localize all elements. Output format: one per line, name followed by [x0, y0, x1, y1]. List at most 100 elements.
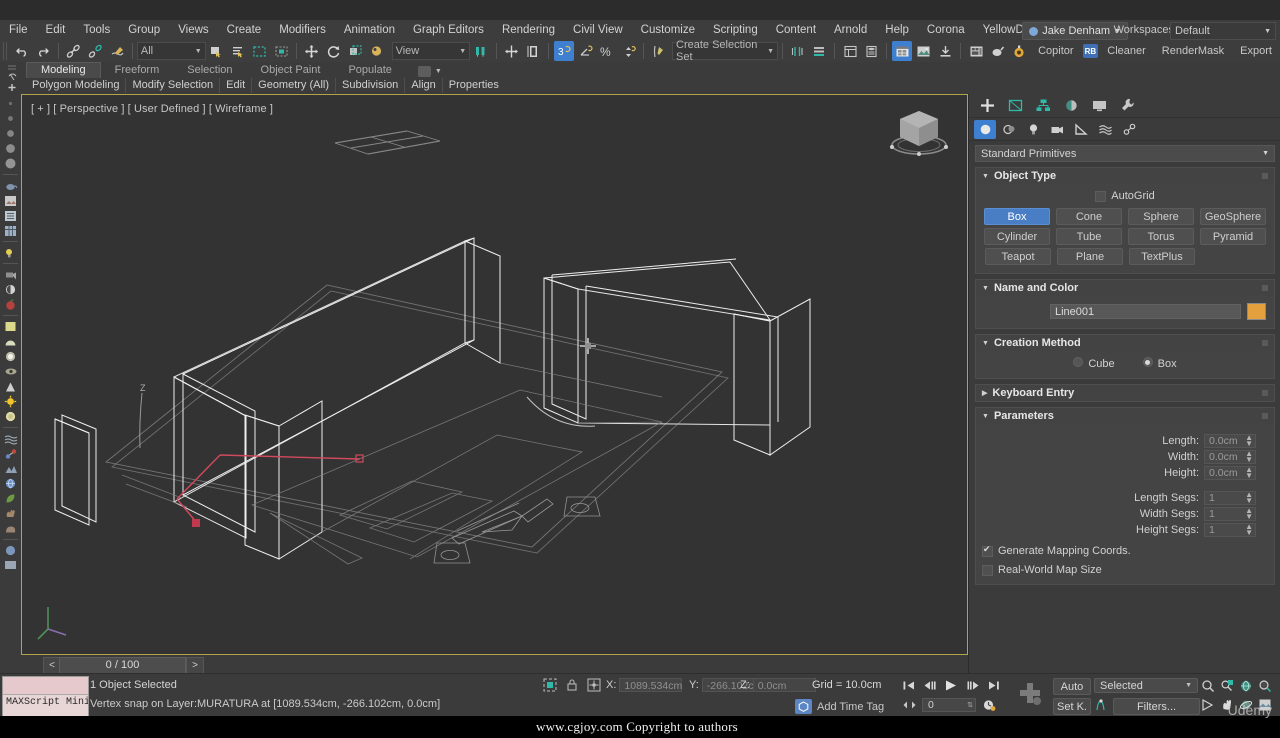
menu-item-views[interactable]: Views [169, 20, 217, 40]
yellow-square-icon[interactable] [0, 319, 21, 334]
menu-item-civil-view[interactable]: Civil View [564, 20, 632, 40]
sphere-small-icon[interactable] [0, 126, 21, 141]
object-button-cylinder[interactable]: Cylinder [984, 228, 1050, 245]
maxscript-input-area[interactable] [3, 677, 88, 695]
selection-filter-dropdown[interactable]: All ▼ [136, 42, 206, 60]
menu-item-tools[interactable]: Tools [74, 20, 119, 40]
glow-sphere-icon[interactable] [0, 349, 21, 364]
ribbon-grip[interactable] [5, 64, 19, 92]
dot-medium-icon[interactable] [0, 111, 21, 126]
play-animation-icon[interactable] [940, 677, 962, 694]
snaps-toggle-icon[interactable]: 3 [553, 41, 574, 61]
spinner-icon[interactable]: ▲ ▼ [1245, 507, 1253, 521]
ribbon-sub-polygon-modeling[interactable]: Polygon Modeling [26, 78, 127, 93]
menu-item-graph-editors[interactable]: Graph Editors [404, 20, 493, 40]
rectangular-selection-region-icon[interactable] [250, 41, 270, 61]
key-filter-dropdown[interactable]: Selected ▼ [1094, 678, 1198, 693]
angle-snap-toggle-icon[interactable] [576, 41, 596, 61]
go-to-end-icon[interactable] [984, 677, 1002, 694]
activeshade-icon[interactable] [1009, 41, 1029, 61]
ribbon-sub-align[interactable]: Align [405, 78, 443, 93]
dot-small-icon[interactable] [0, 96, 21, 111]
rock-icon[interactable] [0, 521, 21, 536]
object-button-pyramid[interactable]: Pyramid [1200, 228, 1266, 245]
param-height-field[interactable]: 0.0cm ▲ ▼ [1204, 466, 1256, 480]
set-key-button[interactable]: Set K. [1053, 698, 1091, 715]
real-world-map-size-checkbox[interactable] [982, 564, 993, 576]
ribbon-sub-geometry-all[interactable]: Geometry (All) [252, 78, 337, 93]
waves-icon[interactable] [0, 431, 21, 446]
menu-item-arnold[interactable]: Arnold [825, 20, 876, 40]
param-width-field[interactable]: 0.0cm ▲ ▼ [1204, 450, 1256, 464]
autogrid-checkbox[interactable] [1095, 190, 1107, 202]
object-button-box[interactable]: Box [984, 208, 1050, 225]
add-time-tag[interactable]: Add Time Tag [795, 699, 884, 714]
sphere-large-icon[interactable] [0, 156, 21, 171]
menu-item-scripting[interactable]: Scripting [704, 20, 767, 40]
pin-icon[interactable] [1262, 413, 1268, 419]
select-and-rotate-icon[interactable] [324, 41, 344, 61]
pin-icon[interactable] [1262, 285, 1268, 291]
mountain-icon[interactable] [0, 461, 21, 476]
radio-cube[interactable]: Cube [1073, 357, 1115, 370]
previous-frame-icon[interactable] [920, 677, 938, 694]
list-icon[interactable] [0, 208, 21, 223]
object-button-plane[interactable]: Plane [1057, 248, 1123, 265]
rollout-header-name-and-color[interactable]: ▼ Name and Color [976, 280, 1274, 296]
named-selection-set-dropdown[interactable]: Create Selection Set ▼ [672, 39, 779, 63]
window-crossing-toggle-icon[interactable] [272, 41, 292, 61]
use-pivot-point-center-icon[interactable] [471, 41, 491, 61]
material-sample-icon[interactable] [0, 193, 21, 208]
table-icon[interactable] [0, 223, 21, 238]
absolute-relative-toggle-icon[interactable] [587, 678, 601, 692]
ribbon-tab-freeform[interactable]: Freeform [101, 63, 174, 78]
menu-item-animation[interactable]: Animation [335, 20, 404, 40]
generate-mapping-coords-checkbox[interactable] [982, 544, 993, 557]
dome-icon[interactable] [0, 334, 21, 349]
menu-item-edit[interactable]: Edit [37, 20, 75, 40]
render-iterative-icon[interactable] [988, 41, 1008, 61]
radio-box[interactable]: Box [1142, 357, 1177, 370]
percent-snap-toggle-icon[interactable]: % [597, 41, 617, 61]
filters-button[interactable]: Filters... [1113, 698, 1200, 715]
chevron-down-icon[interactable]: ▼ [435, 68, 442, 75]
bind-to-space-warp-icon[interactable] [107, 41, 127, 61]
coord-x[interactable]: X: 1089.534cm [606, 678, 683, 692]
helpers-icon[interactable] [1070, 120, 1092, 139]
menu-item-corona[interactable]: Corona [918, 20, 974, 40]
rollout-header-parameters[interactable]: ▼ Parameters [976, 408, 1274, 424]
time-slider[interactable]: < 0 / 100 > [21, 656, 968, 674]
ribbon-tab-modeling[interactable]: Modeling [26, 62, 101, 78]
reference-coordinate-dropdown[interactable]: View ▼ [391, 42, 471, 60]
mirror-icon[interactable] [502, 41, 522, 61]
viewport-perspective[interactable]: [ + ] [ Perspective ] [ User Defined ] [… [21, 94, 968, 655]
light-bulb-icon[interactable] [0, 245, 21, 260]
half-sphere-icon[interactable] [0, 282, 21, 297]
camera-icon[interactable] [0, 267, 21, 282]
rendered-frame-window-icon[interactable] [936, 41, 956, 61]
redo-icon[interactable] [34, 41, 54, 61]
object-button-torus[interactable]: Torus [1128, 228, 1194, 245]
menu-item-customize[interactable]: Customize [632, 20, 704, 40]
param-length-field[interactable]: 0.0cm ▲ ▼ [1204, 434, 1256, 448]
ribbon-sub-subdivision[interactable]: Subdivision [336, 78, 406, 93]
select-and-place-icon[interactable] [367, 41, 387, 61]
cameras-icon[interactable] [1046, 120, 1068, 139]
layer-explorer-icon[interactable] [862, 41, 882, 61]
rendermask-button[interactable]: RenderMask [1154, 45, 1232, 57]
edit-named-selection-sets-icon[interactable] [649, 41, 669, 61]
workspace-select[interactable]: Default ▼ [1170, 22, 1276, 40]
autogrid-row[interactable]: AutoGrid [984, 190, 1266, 202]
select-and-link-icon[interactable] [64, 41, 84, 61]
utilities-tab[interactable] [1114, 95, 1141, 116]
hierarchy-tab[interactable] [1030, 95, 1057, 116]
render-production-icon[interactable] [966, 41, 986, 61]
spinner-icon[interactable]: ▲ ▼ [1245, 466, 1253, 480]
menu-item-modifiers[interactable]: Modifiers [270, 20, 335, 40]
align-icon[interactable] [523, 41, 543, 61]
select-object-icon[interactable] [207, 41, 227, 61]
pin-icon[interactable] [1262, 390, 1268, 396]
ribbon-tab-object-paint[interactable]: Object Paint [247, 63, 335, 78]
ribbon-tab-selection[interactable]: Selection [173, 63, 246, 78]
param-width-segs-field[interactable]: 1 ▲ ▼ [1204, 507, 1256, 521]
